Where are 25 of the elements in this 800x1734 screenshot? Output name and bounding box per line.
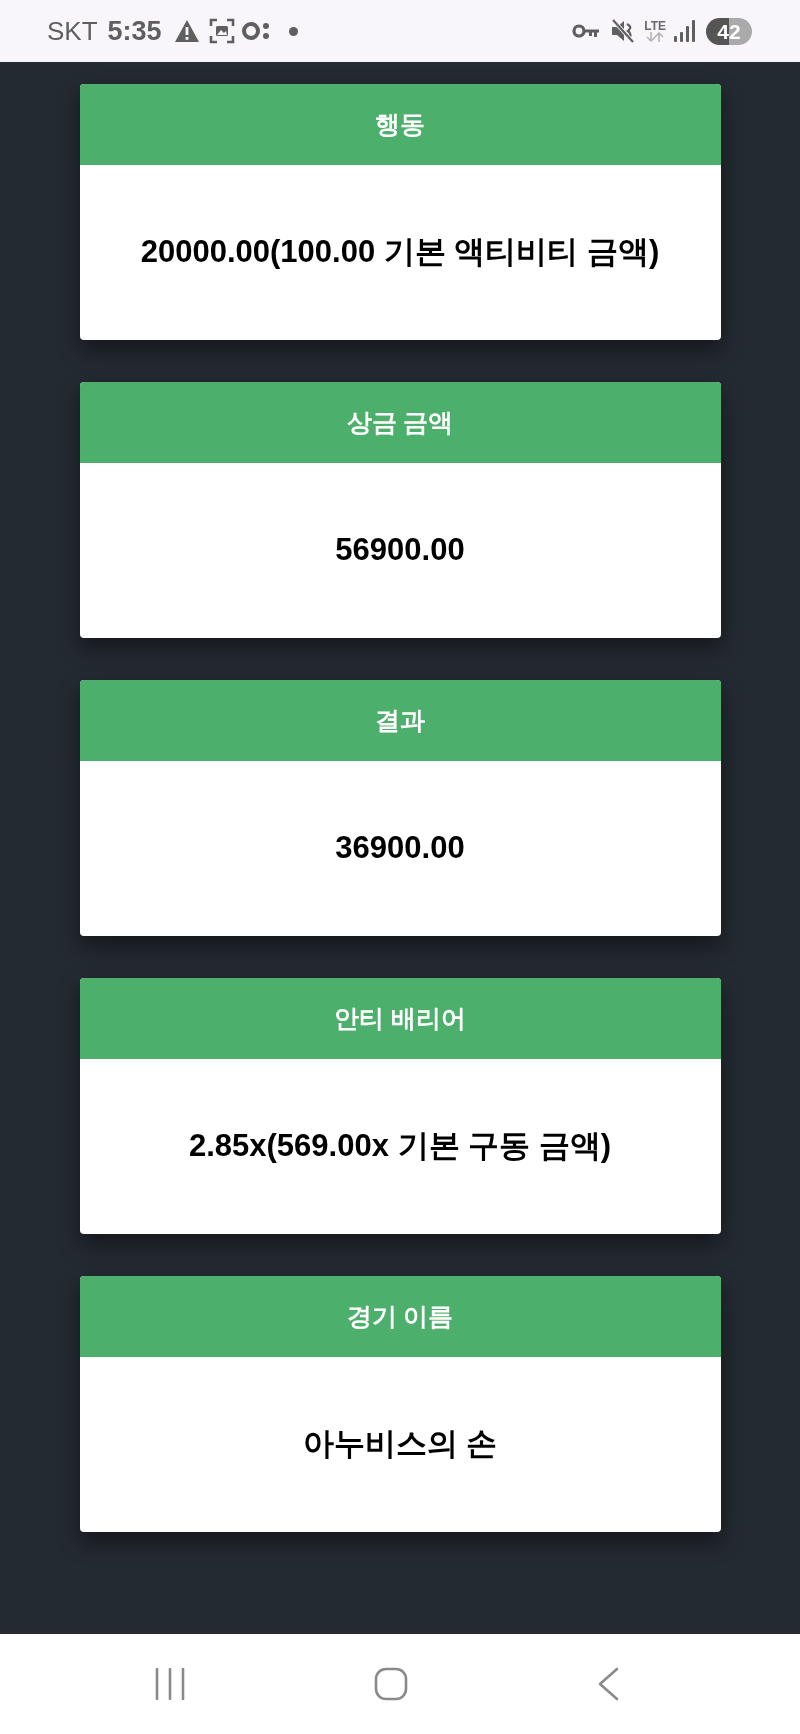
battery-indicator: 42 (706, 17, 752, 45)
card-value: 56900.00 (335, 531, 465, 570)
card-title: 안티 배리어 (334, 1006, 466, 1031)
circle-dots-icon (241, 21, 270, 41)
card-value: 36900.00 (335, 829, 465, 868)
carrier-name: SKT (47, 18, 98, 44)
warning-icon (173, 19, 200, 43)
data-arrows-icon (645, 32, 666, 42)
home-icon[interactable] (374, 1667, 408, 1701)
dot-icon (288, 26, 298, 36)
card-title: 경기 이름 (346, 1304, 454, 1329)
screenshot-icon (208, 18, 235, 44)
card-title: 결과 (375, 708, 425, 733)
card-value: 아누비스의 손 (302, 1425, 498, 1464)
clock-time: 5:35 (107, 17, 162, 45)
signal-icon (674, 20, 696, 42)
card-value: 20000.00(100.00 기본 액티비티 금액) (140, 233, 660, 272)
back-icon[interactable] (597, 1667, 619, 1701)
card-title: 상금 금액 (346, 410, 454, 435)
card-title: 행동 (375, 112, 425, 137)
key-icon (572, 23, 601, 39)
network-type: LTE (644, 20, 666, 32)
mute-icon (611, 18, 636, 44)
recent-apps-icon[interactable] (155, 1668, 185, 1700)
card-value: 2.85x(569.00x 기본 구동 금액) (188, 1127, 612, 1166)
